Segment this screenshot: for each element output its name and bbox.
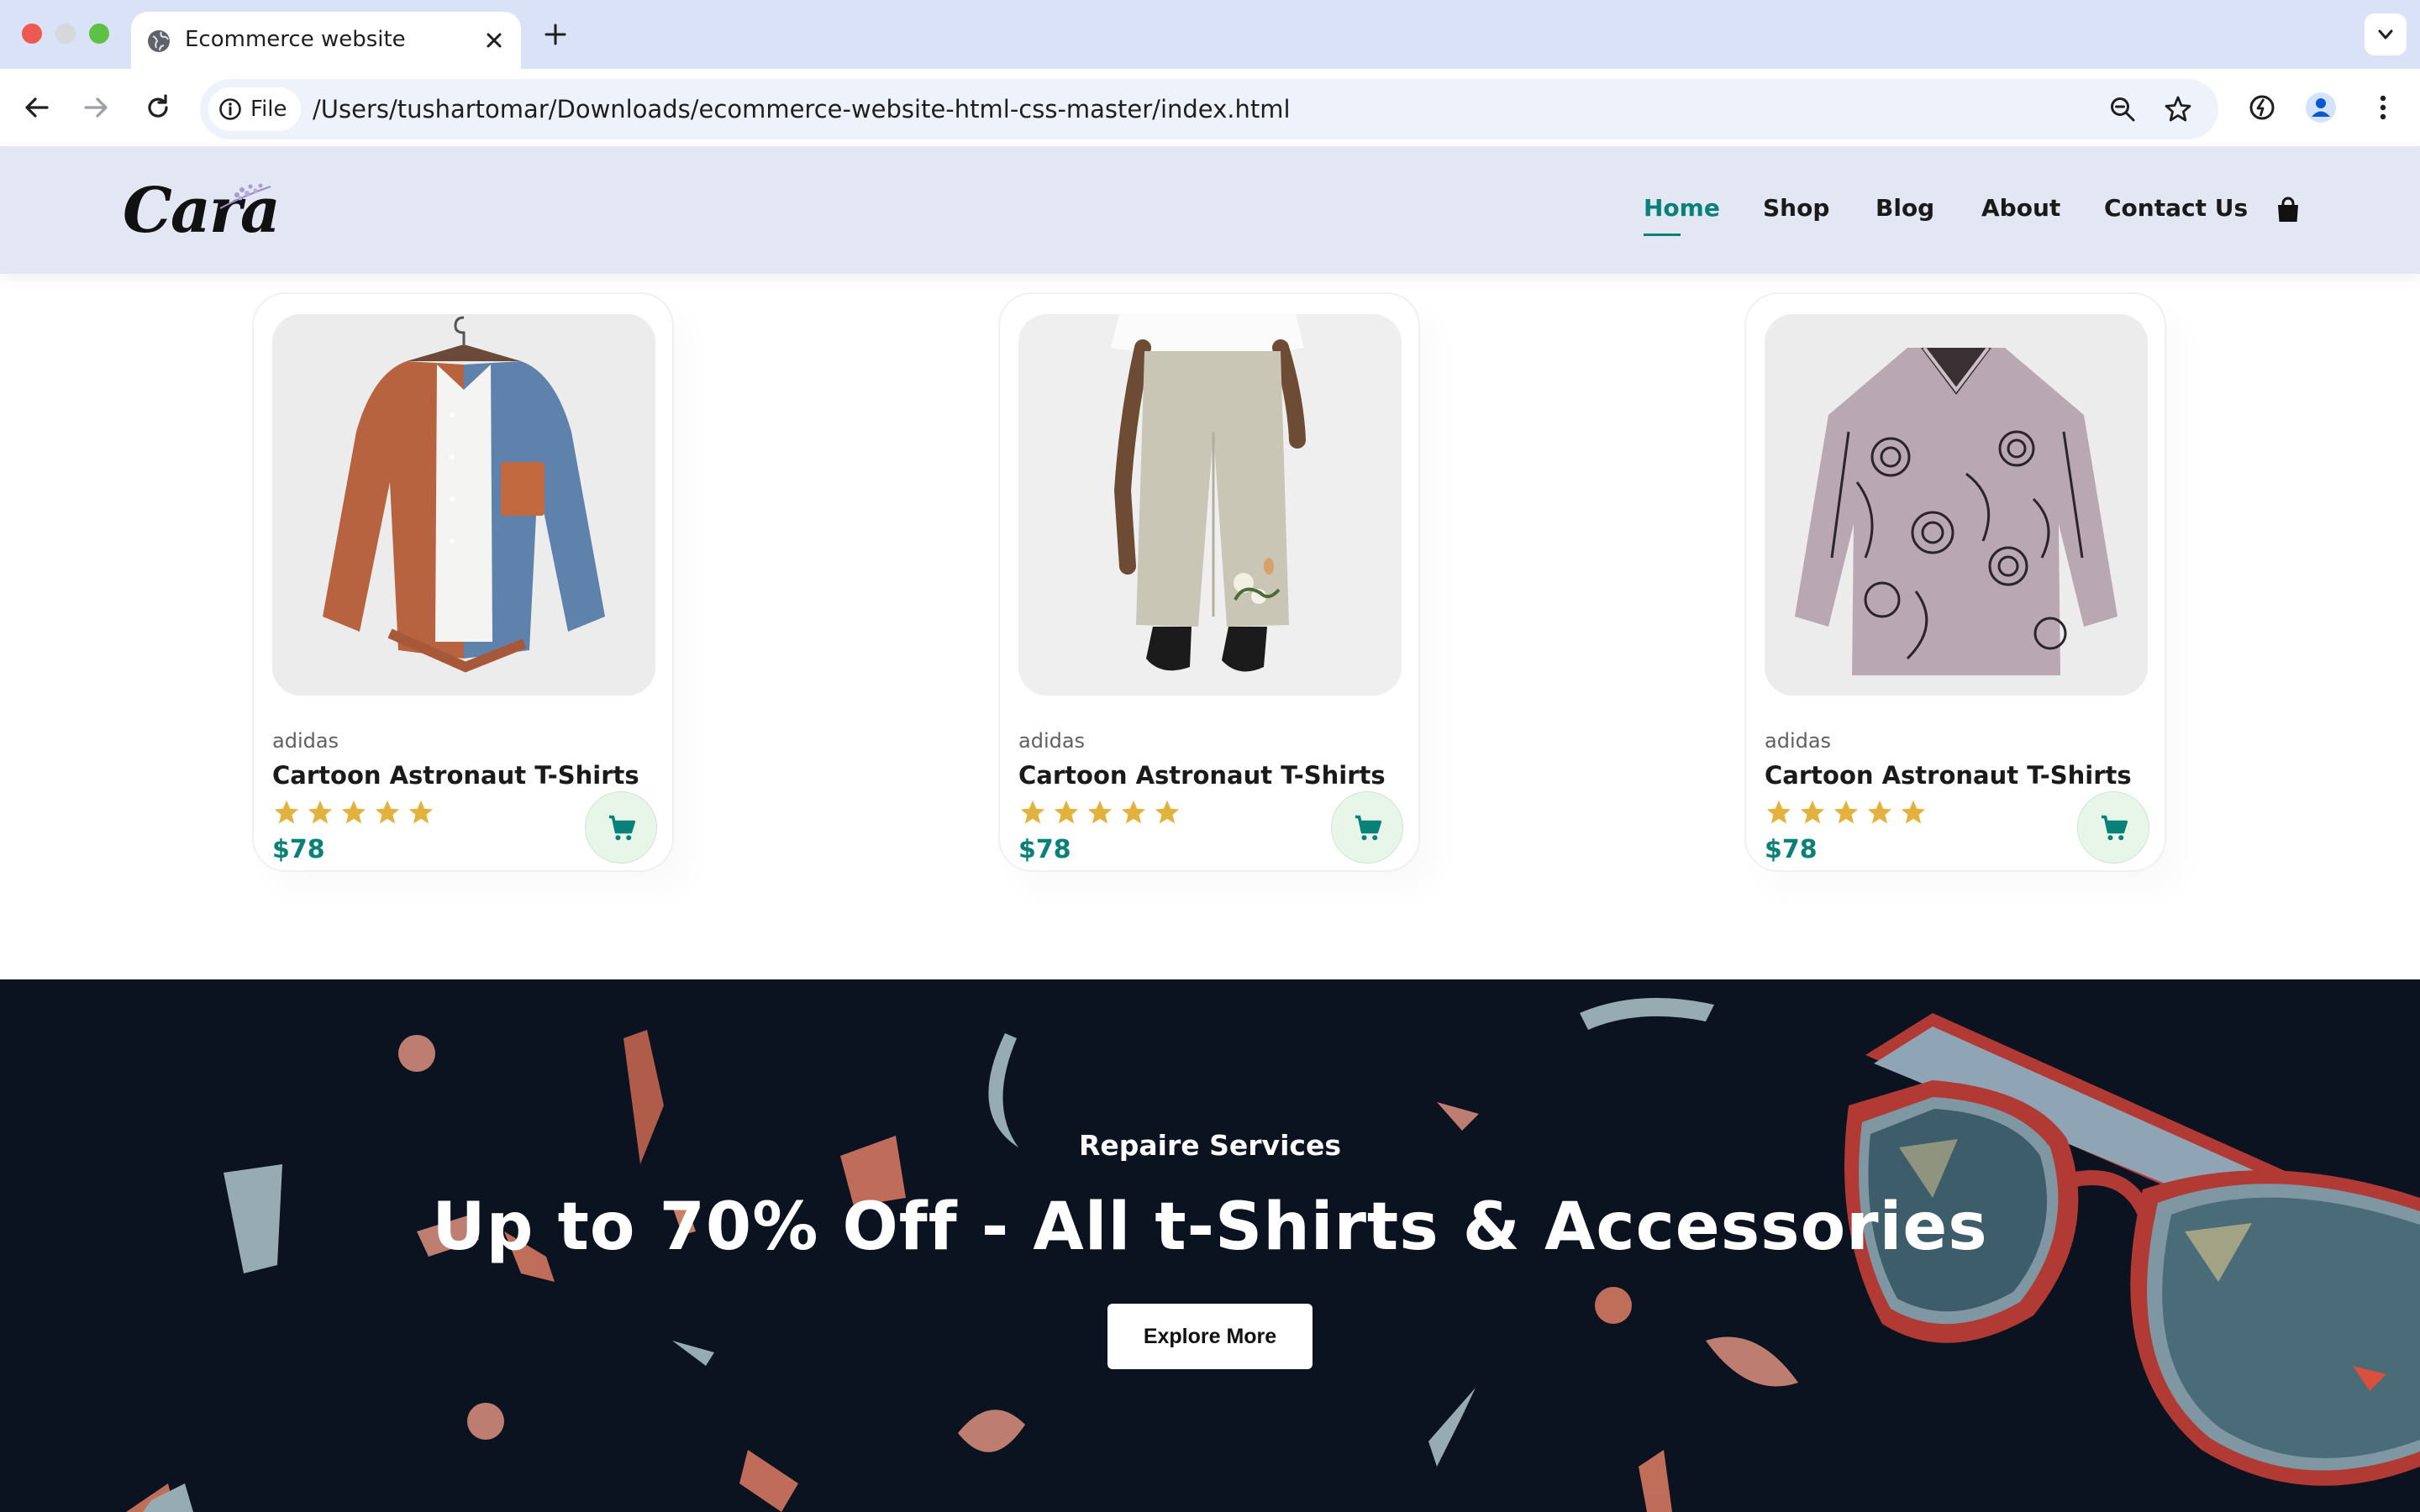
product-card[interactable]: adidas Cartoon Astronaut T-Shirts $78 xyxy=(252,292,674,872)
star-icon xyxy=(408,800,434,824)
star-icon xyxy=(1121,800,1146,824)
product-image[interactable] xyxy=(1765,314,2148,696)
printed-blouse-image xyxy=(1765,314,2148,696)
address-bar[interactable]: File /Users/tushartomar/Downloads/ecomme… xyxy=(200,79,2218,139)
nav-home[interactable]: Home xyxy=(1644,190,1720,227)
tab-title: Ecommerce website xyxy=(185,27,406,52)
linen-pants-image xyxy=(1018,314,1402,696)
reload-icon[interactable] xyxy=(141,91,175,124)
star-icon xyxy=(1020,800,1045,824)
window-close-button[interactable] xyxy=(22,24,42,44)
new-tab-plus-icon[interactable] xyxy=(541,20,570,49)
close-tab-icon[interactable] xyxy=(482,29,506,52)
promo-banner: Repaire Services Up to 70% Off - All t-S… xyxy=(0,979,2420,1512)
star-icon xyxy=(274,800,299,824)
star-icon xyxy=(308,800,333,824)
browser-toolbar: File /Users/tushartomar/Downloads/ecomme… xyxy=(0,69,2420,146)
cart-icon xyxy=(609,815,636,841)
product-price: $78 xyxy=(1765,835,1818,864)
star-icon xyxy=(1766,800,1791,824)
window-maximize-button[interactable] xyxy=(89,24,109,44)
url-text[interactable]: /Users/tushartomar/Downloads/ecommerce-w… xyxy=(313,79,1291,139)
site-header: Cara Home Shop Blog About Contact Us xyxy=(0,146,2420,274)
product-brand: adidas xyxy=(1765,729,1832,753)
star-icon xyxy=(1833,800,1859,824)
forward-arrow-icon[interactable] xyxy=(79,91,113,124)
add-to-cart-button[interactable] xyxy=(2077,791,2149,864)
file-label: File xyxy=(250,97,287,122)
star-icon xyxy=(1800,800,1825,824)
explore-more-button[interactable]: Explore More xyxy=(1107,1304,1313,1369)
site-logo[interactable]: Cara xyxy=(123,175,281,250)
banner-subtitle: Repaire Services xyxy=(1079,1129,1341,1162)
chevron-down-icon xyxy=(2378,29,2393,39)
star-icon xyxy=(1867,800,1892,824)
more-menu-icon[interactable] xyxy=(2366,91,2400,124)
star-icon xyxy=(1901,800,1926,824)
nav-blog[interactable]: Blog xyxy=(1876,190,1934,227)
product-name[interactable]: Cartoon Astronaut T-Shirts xyxy=(272,761,639,790)
product-name[interactable]: Cartoon Astronaut T-Shirts xyxy=(1018,761,1386,790)
add-to-cart-button[interactable] xyxy=(1331,791,1403,864)
cart-icon xyxy=(1355,815,1382,841)
tab-search-button[interactable] xyxy=(2365,13,2407,55)
product-card[interactable]: adidas Cartoon Astronaut T-Shirts $78 xyxy=(998,292,1420,872)
zoom-icon[interactable] xyxy=(2107,94,2138,124)
profile-avatar-icon[interactable] xyxy=(2304,91,2338,124)
product-brand: adidas xyxy=(272,729,339,753)
star-icon xyxy=(341,800,366,824)
info-icon xyxy=(219,98,241,120)
product-price: $78 xyxy=(1018,835,1071,864)
shopping-bag-icon[interactable] xyxy=(2275,197,2301,223)
add-to-cart-button[interactable] xyxy=(585,791,657,864)
globe-icon xyxy=(148,30,170,52)
product-price: $78 xyxy=(272,835,325,864)
nav-about[interactable]: About xyxy=(1981,190,2060,227)
star-icon xyxy=(1087,800,1113,824)
performance-icon[interactable] xyxy=(2245,91,2279,124)
banner-title: Up to 70% Off - All t-Shirts & Accessori… xyxy=(432,1189,1988,1265)
star-icon xyxy=(1054,800,1079,824)
product-name[interactable]: Cartoon Astronaut T-Shirts xyxy=(1765,761,2132,790)
site-info-chip[interactable]: File xyxy=(208,87,301,131)
corduroy-shirt-image xyxy=(272,314,655,696)
product-image[interactable] xyxy=(1018,314,1402,696)
star-icon xyxy=(375,800,400,824)
star-icon xyxy=(1155,800,1180,824)
product-card[interactable]: adidas Cartoon Astronaut T-Shirts $78 xyxy=(1744,292,2166,872)
back-arrow-icon[interactable] xyxy=(20,91,54,124)
active-nav-underline xyxy=(1644,234,1681,236)
browser-tab-bar: Ecommerce website xyxy=(0,0,2420,69)
nav-contact-us[interactable]: Contact Us xyxy=(2104,190,2248,227)
nav-shop[interactable]: Shop xyxy=(1763,190,1829,227)
product-image[interactable] xyxy=(272,314,655,696)
product-brand: adidas xyxy=(1018,729,1086,753)
window-minimize-button[interactable] xyxy=(55,24,76,44)
browser-tab[interactable]: Ecommerce website xyxy=(131,12,521,69)
lavender-sprig-icon xyxy=(219,183,271,209)
bookmark-star-icon[interactable] xyxy=(2163,94,2193,124)
cart-icon xyxy=(2102,815,2128,841)
featured-products: adidas Cartoon Astronaut T-Shirts $78 ad… xyxy=(0,274,2420,979)
